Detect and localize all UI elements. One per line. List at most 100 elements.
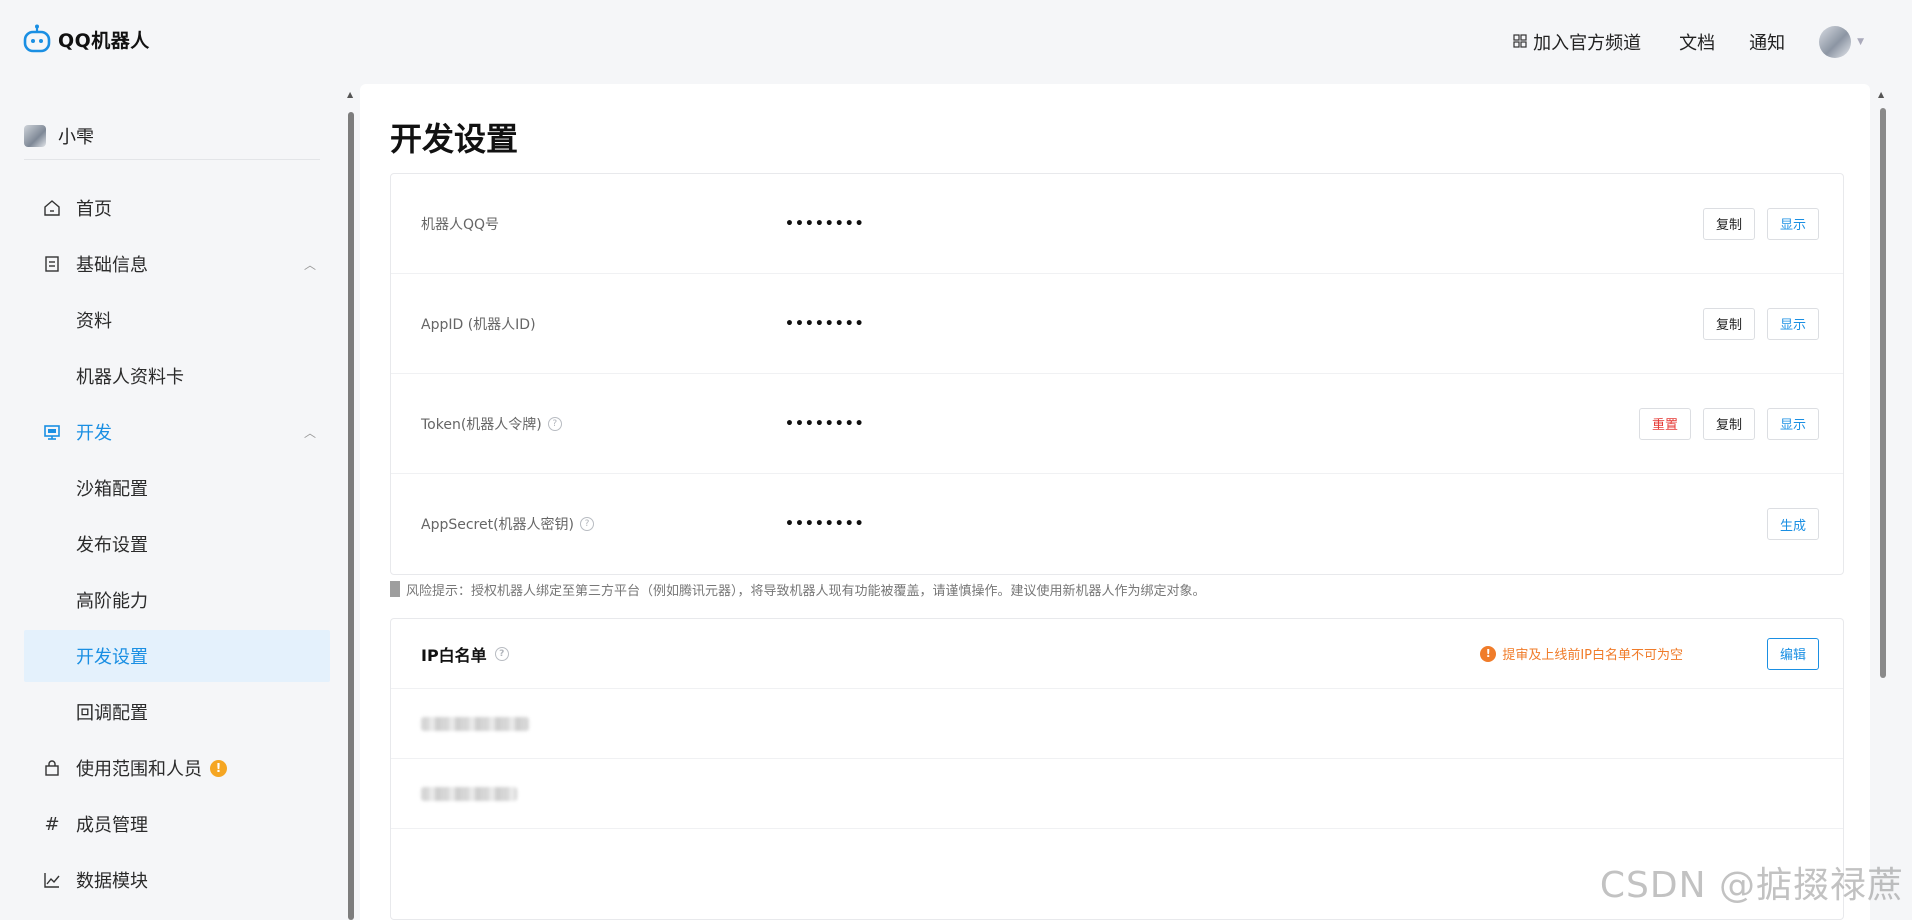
join-channel-link[interactable]: 加入官方频道 [1513,29,1641,55]
sidebar-item-label: 资料 [76,311,112,332]
sidebar-item-home[interactable]: 首页 [24,182,330,234]
scroll-up-icon[interactable]: ▲ [347,90,353,99]
docs-link[interactable]: 文档 [1679,29,1715,55]
risk-note: 风险提示：授权机器人绑定至第三方平台（例如腾讯元器），将导致机器人现有功能被覆盖… [390,580,1206,599]
sidebar-user[interactable]: 小雫 [24,122,320,160]
chevron-up-icon: ︿ [303,425,316,440]
label-text: AppID (机器人ID) [421,316,536,333]
label-text: AppSecret(机器人密钥) [421,517,575,533]
credential-value: •••••••• [785,215,865,232]
sidebar-item-label: 使用范围和人员 [76,759,202,780]
risk-marker [390,581,400,597]
sidebar-nav: 首页 基础信息 ︿ 资料 机器人资料卡 开发 ︿ 沙箱配置 发布设置 高阶能力 … [24,182,330,910]
sidebar-item-label: 沙箱配置 [76,479,148,500]
credential-row: AppID (机器人ID) •••••••• 复制 显示 [391,274,1843,374]
generate-button[interactable]: 生成 [1766,508,1819,540]
sidebar-item-publish[interactable]: 发布设置 [24,518,330,570]
sidebar-item-scope[interactable]: 使用范围和人员 ! [24,742,330,794]
sidebar-item-profile[interactable]: 资料 [24,294,330,346]
credential-value: •••••••• [785,516,865,532]
user-avatar[interactable] [1819,26,1852,58]
copy-button[interactable]: 复制 [1702,207,1755,240]
page-title: 开发设置 [390,120,519,158]
ip-row [391,689,1843,759]
credential-label: 机器人QQ号 [421,214,499,234]
logo[interactable]: QQ机器人 [22,22,150,56]
copy-button[interactable]: 复制 [1702,407,1755,440]
sidebar-item-callback[interactable]: 回调配置 [24,686,330,738]
warning-text: 提审及上线前IP白名单不可为空 [1502,648,1683,663]
credential-value: •••••••• [785,315,865,332]
ip-whitelist-header: IP白名单 ? ! 提审及上线前IP白名单不可为空 编辑 [391,619,1843,689]
scroll-up-icon[interactable]: ▲ [1878,90,1884,99]
sidebar-item-label: 机器人资料卡 [76,367,184,388]
credential-label: AppSecret(机器人密钥) ? [421,514,595,534]
ip-row [391,759,1843,829]
sidebar-item-label: 回调配置 [76,703,148,724]
help-icon[interactable]: ? [580,517,595,531]
sidebar-item-label: 高阶能力 [76,591,148,612]
sidebar-item-basic-info[interactable]: 基础信息 ︿ [24,238,330,290]
sidebar-item-label: 开发 [76,423,112,444]
home-icon [42,198,62,218]
credentials-card: 机器人QQ号 •••••••• 复制 显示 AppID (机器人ID) ••••… [390,173,1844,575]
credential-value: •••••••• [785,415,865,432]
credential-row: 机器人QQ号 •••••••• 复制 显示 [391,174,1843,274]
credential-row: Token(机器人令牌) ? •••••••• 重置 复制 显示 [391,374,1843,474]
warning-icon: ! [1480,645,1497,662]
label-text: 机器人QQ号 [421,216,500,233]
brand-name: QQ机器人 [58,29,150,52]
main-content: 开发设置 机器人QQ号 •••••••• 复制 显示 AppID (机器人ID)… [360,84,1870,920]
top-bar: QQ机器人 加入官方频道 文档 通知 ▼ [0,0,1912,84]
monitor-icon [42,422,62,442]
show-button[interactable]: 显示 [1766,307,1819,340]
sidebar-item-data[interactable]: 数据模块 [24,854,330,906]
robot-logo-icon [22,24,52,54]
sidebar-item-label: 数据模块 [76,871,148,892]
sidebar: 小雫 首页 基础信息 ︿ 资料 机器人资料卡 开发 ︿ 沙箱配置 发布设置 高阶… [0,84,340,920]
hash-icon: # [44,813,60,835]
main-scrollbar[interactable]: ▲ [1876,86,1890,920]
copy-button[interactable]: 复制 [1702,307,1755,340]
sidebar-item-dev-settings[interactable]: 开发设置 [24,630,330,682]
credential-row: AppSecret(机器人密钥) ? •••••••• 生成 [391,474,1843,574]
chart-icon [42,870,62,890]
show-button[interactable]: 显示 [1766,207,1819,240]
sidebar-item-label: 发布设置 [76,535,148,556]
sidebar-item-sandbox[interactable]: 沙箱配置 [24,462,330,514]
chevron-up-icon: ︿ [303,257,316,272]
join-channel-label: 加入官方频道 [1533,33,1642,54]
avatar [24,124,46,147]
title-text: IP白名单 [421,645,487,665]
blurred-ip [421,786,517,801]
label-text: Token(机器人令牌) [421,416,542,433]
ip-whitelist-title: IP白名单 ? [421,642,509,666]
help-icon[interactable]: ? [494,646,509,661]
grid-icon [1513,32,1527,53]
sidebar-scrollbar[interactable]: ▲ [346,86,356,920]
sidebar-item-develop[interactable]: 开发 ︿ [24,406,330,458]
sidebar-item-label: 首页 [76,199,112,220]
edit-button[interactable]: 编辑 [1766,637,1819,670]
blurred-ip [421,716,529,731]
notify-link[interactable]: 通知 [1749,29,1785,55]
user-name: 小雫 [58,126,94,148]
reset-button[interactable]: 重置 [1638,407,1691,440]
caret-down-icon[interactable]: ▼ [1857,37,1864,47]
scrollbar-thumb[interactable] [1880,108,1886,678]
risk-note-text: 风险提示：授权机器人绑定至第三方平台（例如腾讯元器），将导致机器人现有功能被覆盖… [406,583,1206,599]
sidebar-item-label: 基础信息 [76,255,148,276]
help-icon[interactable]: ? [547,416,562,431]
watermark: CSDN @掂掇禄蔗 [1599,865,1904,906]
sidebar-item-advanced[interactable]: 高阶能力 [24,574,330,626]
bag-icon [42,758,62,778]
warning-badge: ! [210,759,227,777]
sidebar-item-members[interactable]: # 成员管理 [24,798,330,850]
credential-label: Token(机器人令牌) ? [421,414,562,434]
scrollbar-thumb[interactable] [348,112,354,920]
sidebar-item-label: 开发设置 [76,647,148,668]
sidebar-item-label: 成员管理 [76,815,148,836]
sidebar-item-robot-card[interactable]: 机器人资料卡 [24,350,330,402]
show-button[interactable]: 显示 [1766,407,1819,440]
document-icon [42,254,62,274]
